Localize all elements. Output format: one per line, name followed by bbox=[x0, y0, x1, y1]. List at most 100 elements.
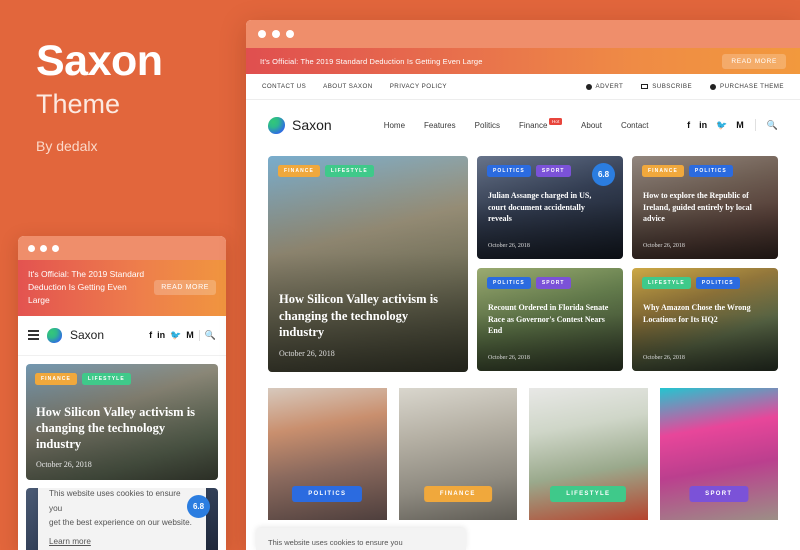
tile-sport[interactable]: SPORT bbox=[659, 388, 778, 520]
promo-block: Saxon Theme By dedalx bbox=[36, 37, 246, 155]
card-date: October 26, 2018 bbox=[643, 355, 685, 361]
category-badge[interactable]: FINANCE bbox=[278, 165, 320, 177]
tile-finance[interactable]: FINANCE bbox=[398, 388, 517, 520]
card-title[interactable]: Recount Ordered in Florida Senate Race a… bbox=[488, 302, 609, 337]
topbar-actions: ADVERT SUBSCRIBE PURCHASE THEME bbox=[585, 83, 784, 90]
window-maximize-dot[interactable] bbox=[286, 30, 294, 38]
mobile-announcement-bar: It's Official: The 2019 Standard Deducti… bbox=[18, 260, 226, 316]
facebook-icon[interactable]: f bbox=[687, 120, 690, 130]
topbar-subscribe-action[interactable]: SUBSCRIBE bbox=[641, 83, 692, 90]
featured-card-ireland[interactable]: FINANCE POLITICS How to explore the Repu… bbox=[632, 156, 778, 259]
mobile-secondary-card[interactable]: 6.8 This website uses cookies to ensure … bbox=[26, 487, 218, 550]
desktop-preview-window: It's Official: The 2019 Standard Deducti… bbox=[246, 20, 800, 550]
linkedin-icon[interactable]: in bbox=[157, 330, 165, 340]
topbar-link-contact-us[interactable]: CONTACT US bbox=[262, 83, 306, 90]
facebook-icon[interactable]: f bbox=[149, 330, 152, 340]
featured-main-card[interactable]: FINANCE LIFESTYLE How Silicon Valley act… bbox=[268, 156, 468, 372]
cookie-learn-more-link[interactable]: Learn more bbox=[49, 537, 91, 546]
topbar-links: CONTACT US ABOUT SAXON PRIVACY POLICY bbox=[262, 83, 447, 90]
category-badges: FINANCE LIFESTYLE bbox=[35, 372, 131, 385]
category-badge[interactable]: POLITICS bbox=[292, 486, 363, 502]
mobile-social-links: f in 🐦 M 🔍 bbox=[149, 329, 216, 341]
featured-card-assange[interactable]: POLITICS SPORT 6.8 Julian Assange charge… bbox=[477, 156, 623, 259]
card-title[interactable]: Why Amazon Chose the Wrong Locations for… bbox=[643, 302, 764, 325]
topbar-advert-action[interactable]: ADVERT bbox=[585, 83, 624, 90]
menu-item-contact[interactable]: Contact bbox=[621, 121, 649, 130]
menu-item-finance[interactable]: Finance Hot bbox=[519, 117, 563, 130]
site-logo[interactable]: Saxon bbox=[268, 116, 332, 134]
menu-item-home[interactable]: Home bbox=[384, 121, 405, 130]
medium-icon[interactable]: M bbox=[736, 120, 744, 130]
announcement-bar: It's Official: The 2019 Standard Deducti… bbox=[246, 48, 800, 74]
menu-item-features[interactable]: Features bbox=[424, 121, 456, 130]
window-minimize-dot[interactable] bbox=[40, 244, 47, 252]
menu-item-politics[interactable]: Politics bbox=[475, 121, 500, 130]
category-badge[interactable]: POLITICS bbox=[487, 277, 531, 289]
menu-label: Politics bbox=[474, 120, 500, 130]
card-title[interactable]: How to explore the Republic of Ireland, … bbox=[643, 190, 764, 225]
window-minimize-dot[interactable] bbox=[272, 30, 280, 38]
divider bbox=[198, 329, 200, 341]
mobile-card-title[interactable]: How Silicon Valley activism is changing … bbox=[36, 404, 208, 452]
mobile-featured-card[interactable]: FINANCE LIFESTYLE How Silicon Valley act… bbox=[26, 363, 218, 480]
navbar-social-and-search: f in 🐦 M 🔍 bbox=[687, 119, 778, 131]
mobile-logo-text[interactable]: Saxon bbox=[70, 328, 104, 342]
category-badge[interactable]: FINANCE bbox=[642, 165, 684, 177]
category-badge[interactable]: FINANCE bbox=[423, 486, 492, 502]
topbar-purchase-action[interactable]: PURCHASE THEME bbox=[710, 83, 784, 90]
twitter-icon[interactable]: 🐦 bbox=[716, 120, 727, 131]
category-tile-row: POLITICS FINANCE LIFESTYLE SPORT bbox=[246, 372, 800, 520]
category-badge[interactable]: LIFESTYLE bbox=[642, 277, 691, 289]
utility-topbar: CONTACT US ABOUT SAXON PRIVACY POLICY AD… bbox=[246, 74, 800, 100]
linkedin-icon[interactable]: in bbox=[699, 120, 707, 130]
desktop-window-chrome bbox=[246, 20, 800, 48]
tile-lifestyle[interactable]: LIFESTYLE bbox=[529, 388, 648, 520]
window-close-dot[interactable] bbox=[258, 30, 266, 38]
category-badge[interactable]: POLITICS bbox=[695, 277, 740, 289]
promo-title: Saxon bbox=[36, 37, 163, 85]
window-close-dot[interactable] bbox=[28, 244, 35, 252]
category-badge[interactable]: SPORT bbox=[689, 486, 749, 502]
hot-badge: Hot bbox=[549, 117, 563, 125]
window-maximize-dot[interactable] bbox=[52, 244, 59, 252]
promo-author: By dedalx bbox=[36, 138, 98, 154]
read-more-button[interactable]: READ MORE bbox=[722, 53, 786, 69]
category-badges: POLITICS SPORT bbox=[487, 165, 571, 177]
card-title[interactable]: How Silicon Valley activism is changing … bbox=[279, 291, 454, 340]
mobile-preview-window: It's Official: The 2019 Standard Deducti… bbox=[18, 236, 226, 550]
divider bbox=[754, 119, 756, 131]
category-badge[interactable]: POLITICS bbox=[688, 165, 733, 177]
category-badge[interactable]: LIFESTYLE bbox=[324, 165, 374, 177]
topbar-link-about-saxon[interactable]: ABOUT SAXON bbox=[323, 83, 373, 90]
twitter-icon[interactable]: 🐦 bbox=[170, 330, 181, 341]
envelope-icon bbox=[641, 84, 649, 89]
mobile-cookie-notice: This website uses cookies to ensure you … bbox=[38, 487, 206, 550]
category-badge[interactable]: LIFESTYLE bbox=[81, 372, 131, 385]
search-icon[interactable]: 🔍 bbox=[205, 330, 216, 341]
category-badge[interactable]: SPORT bbox=[535, 277, 571, 289]
search-icon[interactable]: 🔍 bbox=[767, 120, 778, 131]
category-badge[interactable]: FINANCE bbox=[35, 372, 77, 385]
cookie-text-line1: This website uses cookies to ensure you bbox=[49, 489, 181, 513]
desktop-cookie-notice: This website uses cookies to ensure you bbox=[256, 528, 466, 550]
category-badge[interactable]: POLITICS bbox=[487, 165, 531, 177]
mobile-read-more-button[interactable]: READ MORE bbox=[154, 280, 216, 296]
menu-label: Features bbox=[424, 120, 456, 130]
mobile-card-date: October 26, 2018 bbox=[36, 459, 92, 469]
hamburger-icon[interactable] bbox=[28, 330, 39, 340]
tile-politics[interactable]: POLITICS bbox=[268, 388, 387, 520]
featured-card-recount[interactable]: POLITICS SPORT Recount Ordered in Florid… bbox=[477, 268, 623, 371]
category-badge[interactable]: SPORT bbox=[535, 165, 571, 177]
mobile-navbar: Saxon f in 🐦 M 🔍 bbox=[18, 315, 226, 356]
card-date: October 26, 2018 bbox=[643, 243, 685, 249]
cookie-text-line1: This website uses cookies to ensure you bbox=[268, 538, 403, 548]
medium-icon[interactable]: M bbox=[186, 330, 194, 340]
cart-icon bbox=[710, 83, 717, 90]
topbar-link-privacy-policy[interactable]: PRIVACY POLICY bbox=[390, 83, 447, 90]
rating-badge: 6.8 bbox=[592, 163, 615, 186]
menu-item-about[interactable]: About bbox=[581, 121, 602, 130]
category-badges: FINANCE POLITICS bbox=[642, 165, 733, 177]
category-badge[interactable]: LIFESTYLE bbox=[550, 486, 627, 502]
featured-card-amazon[interactable]: LIFESTYLE POLITICS Why Amazon Chose the … bbox=[632, 268, 778, 371]
card-title[interactable]: Julian Assange charged in US, court docu… bbox=[488, 190, 609, 225]
